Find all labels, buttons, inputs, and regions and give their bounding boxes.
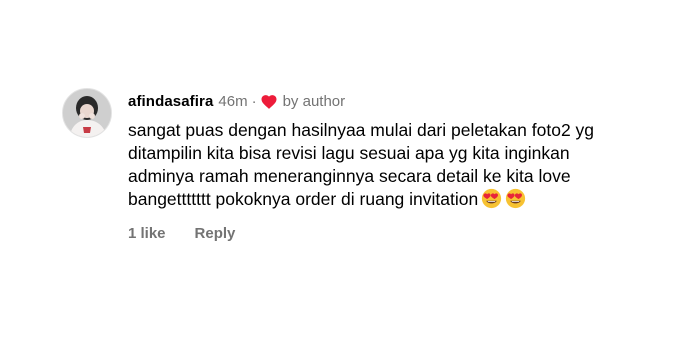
comment-content: afindasafira 46m · by author sangat puas… [128,92,658,244]
heart-eyes-emoji-icon [481,188,502,209]
avatar-image [63,89,111,137]
comment-meta: afindasafira 46m · by author [128,92,658,112]
separator-dot: · [251,93,257,110]
comment-actions: 1 like Reply [128,224,658,244]
heart-icon [260,93,278,111]
comment-text: sangat puas dengan hasilnyaa mulai dari … [128,119,638,211]
likes-count-link[interactable]: 1 like [128,224,166,244]
username-link[interactable]: afindasafira [128,92,213,112]
heart-eyes-emoji-icon [505,188,526,209]
reply-button[interactable]: Reply [195,224,236,244]
timestamp[interactable]: 46m [218,92,247,112]
liked-by-author-label: by author [282,93,346,110]
avatar[interactable] [62,88,112,138]
